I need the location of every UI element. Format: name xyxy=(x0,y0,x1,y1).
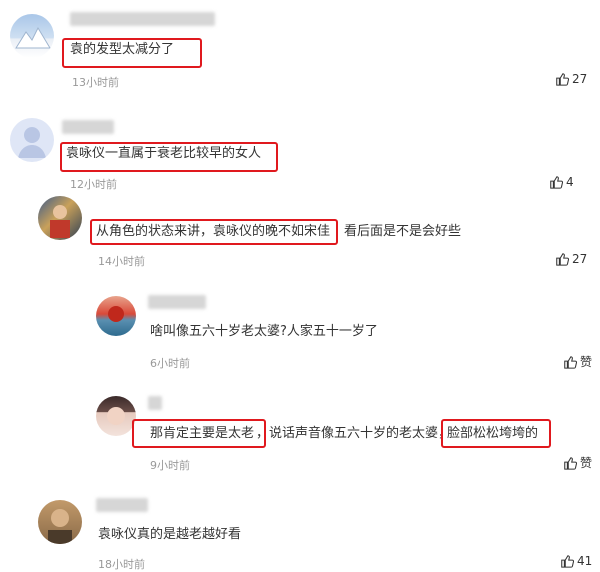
comment-time: 12小时前 xyxy=(70,178,117,191)
thumbs-up-icon xyxy=(556,253,569,266)
person-avatar-image xyxy=(50,205,70,238)
thumbs-up-icon xyxy=(556,73,569,86)
username-blurred xyxy=(70,12,215,26)
like-button[interactable]: 41 xyxy=(560,554,592,568)
thumbs-up-icon xyxy=(564,456,577,470)
like-button[interactable]: 赞 xyxy=(563,454,592,471)
comment-text-extra: 看后面是不是会好些 xyxy=(344,224,462,239)
username-blurred xyxy=(148,396,162,410)
like-button[interactable]: 27 xyxy=(555,72,587,86)
username-blurred xyxy=(148,295,206,309)
avatar[interactable] xyxy=(96,296,136,336)
highlight-box xyxy=(62,38,202,68)
comment-time: 13小时前 xyxy=(72,76,119,89)
avatar[interactable] xyxy=(10,118,54,162)
like-count: 27 xyxy=(572,72,588,86)
person-avatar-image xyxy=(107,407,125,425)
default-avatar-icon xyxy=(18,127,46,158)
like-count: 赞 xyxy=(580,456,593,470)
avatar[interactable] xyxy=(96,396,136,436)
like-count: 41 xyxy=(577,554,593,568)
like-button[interactable]: 4 xyxy=(549,175,574,189)
highlight-box xyxy=(441,419,551,448)
like-count: 27 xyxy=(572,252,588,266)
highlight-box xyxy=(132,419,266,448)
like-button[interactable]: 27 xyxy=(555,252,587,266)
like-count: 4 xyxy=(566,175,574,189)
thumbs-up-icon xyxy=(561,555,574,568)
comment-time: 9小时前 xyxy=(150,459,190,472)
avatar[interactable] xyxy=(38,500,82,544)
highlight-box xyxy=(90,219,338,245)
like-count: 赞 xyxy=(580,355,593,369)
person-avatar-image xyxy=(48,509,72,544)
comment-text: 袁咏仪真的是越老越好看 xyxy=(98,527,242,542)
avatar[interactable] xyxy=(10,14,54,58)
comment-time: 6小时前 xyxy=(150,357,190,370)
comment-time: 14小时前 xyxy=(98,255,145,268)
username-blurred xyxy=(96,498,148,512)
highlight-box xyxy=(60,142,278,172)
avatar[interactable] xyxy=(38,196,82,240)
username-blurred xyxy=(62,120,114,134)
mountain-avatar-image xyxy=(15,26,51,49)
like-button[interactable]: 赞 xyxy=(563,353,592,370)
sunset-avatar-image xyxy=(108,306,124,322)
comment-text-part2: ，说话声音像五六十岁的老太婆， xyxy=(256,426,452,441)
thumbs-up-icon xyxy=(550,176,563,189)
thumbs-up-icon xyxy=(564,355,577,369)
comment-text: 啥叫像五六十岁老太婆?人家五十一岁了 xyxy=(150,324,378,339)
